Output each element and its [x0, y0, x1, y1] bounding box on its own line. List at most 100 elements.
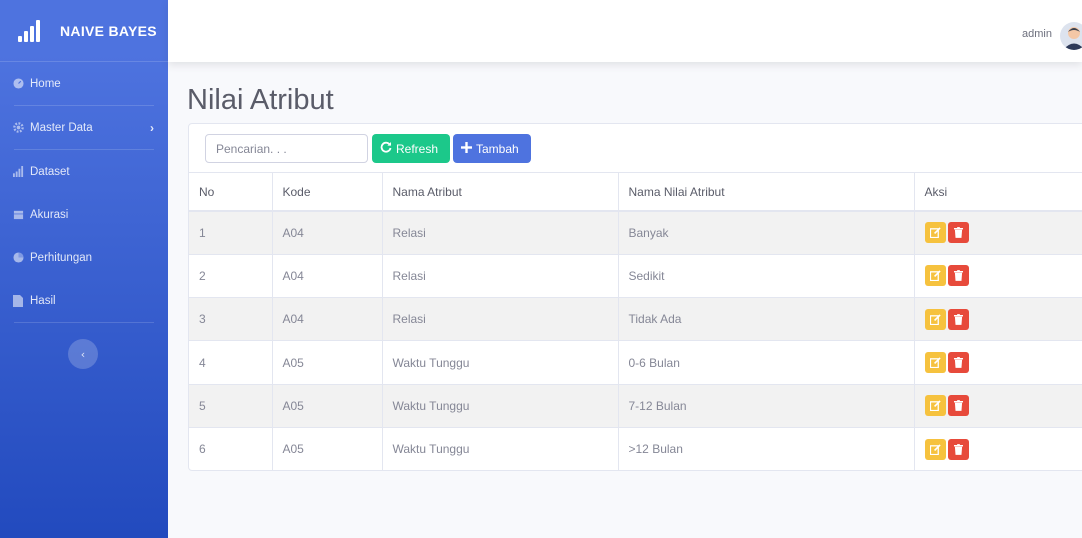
cell-nama-atribut: Waktu Tunggu — [382, 426, 619, 471]
delete-button[interactable] — [947, 438, 969, 460]
file-icon — [12, 294, 24, 307]
chevron-right-icon: › — [150, 120, 154, 135]
bar-chart-logo-icon — [18, 19, 46, 42]
cell-no: 5 — [189, 383, 273, 428]
delete-button[interactable] — [947, 308, 969, 330]
sidebar-item-label: Perhitungan — [30, 251, 93, 264]
sidebar: NAIVE BAYES Home Master Data › Dataset A… — [0, 0, 168, 538]
brand[interactable]: NAIVE BAYES — [0, 0, 168, 62]
cell-kode: A04 — [272, 210, 383, 255]
cell-nama-nilai-atribut: 0-6 Bulan — [618, 340, 915, 385]
avatar[interactable] — [1060, 22, 1082, 50]
sidebar-item-akurasi[interactable]: Akurasi — [0, 193, 168, 236]
refresh-label: Refresh — [396, 141, 439, 156]
card-toolbar: Refresh Tambah — [189, 124, 1082, 173]
refresh-button[interactable]: Refresh — [372, 134, 450, 163]
edit-icon — [929, 444, 941, 455]
cell-nama-atribut: Relasi — [382, 297, 619, 341]
edit-button[interactable] — [924, 222, 946, 244]
delete-button[interactable] — [947, 265, 969, 287]
trash-icon — [953, 313, 963, 325]
edit-icon — [929, 357, 941, 369]
table-row: 6 A05 Waktu Tunggu >12 Bulan — [189, 426, 1082, 471]
table-row: 2 A04 Relasi Sedikit — [189, 253, 1082, 298]
sidebar-item-label: Akurasi — [30, 208, 69, 221]
bar-chart-icon — [12, 166, 24, 178]
cell-nama-nilai-atribut: >12 Bulan — [618, 426, 915, 471]
add-button[interactable]: Tambah — [453, 134, 531, 163]
cell-nama-atribut: Waktu Tunggu — [382, 383, 619, 428]
cell-kode: A05 — [272, 340, 383, 385]
data-table: No Kode Nama Atribut Nama Nilai Atribut … — [189, 173, 1082, 471]
delete-button[interactable] — [947, 395, 969, 417]
sidebar-item-label: Hasil — [30, 294, 56, 307]
cell-aksi — [914, 340, 1082, 385]
trash-icon — [953, 357, 963, 368]
sidebar-item-master-data[interactable]: Master Data › — [0, 106, 168, 149]
cell-no: 4 — [189, 340, 273, 385]
pie-chart-icon — [12, 252, 24, 264]
cell-aksi — [914, 426, 1082, 471]
cell-aksi — [914, 253, 1082, 298]
column-header-kode: Kode — [272, 173, 383, 212]
cell-aksi — [914, 210, 1082, 255]
cell-nama-atribut: Relasi — [382, 253, 619, 298]
table-row: 5 A05 Waktu Tunggu 7-12 Bulan — [189, 383, 1082, 428]
cell-no: 3 — [189, 297, 273, 341]
add-label: Tambah — [476, 141, 519, 156]
delete-button[interactable] — [947, 352, 969, 374]
cell-aksi — [914, 383, 1082, 428]
cog-icon — [12, 122, 24, 134]
sidebar-item-hasil[interactable]: Hasil — [0, 279, 168, 322]
table-row: 4 A05 Waktu Tunggu 0-6 Bulan — [189, 340, 1082, 385]
trash-icon — [953, 270, 963, 282]
cell-kode: A05 — [272, 426, 383, 471]
edit-button[interactable] — [924, 438, 946, 460]
data-card: Refresh Tambah No Kode Nama Atribut Nama… — [188, 123, 1082, 471]
brand-name: NAIVE BAYES — [60, 22, 157, 39]
sidebar-toggle-button[interactable]: ‹ — [68, 339, 98, 369]
topbar: admin — [168, 0, 1082, 62]
edit-button[interactable] — [924, 265, 946, 287]
sidebar-item-label: Home — [30, 77, 61, 90]
sidebar-item-perhitungan[interactable]: Perhitungan — [0, 236, 168, 279]
search-input[interactable] — [205, 134, 368, 163]
user-name[interactable]: admin — [1022, 28, 1052, 40]
table-header-row: No Kode Nama Atribut Nama Nilai Atribut … — [189, 173, 1082, 212]
cell-nama-atribut: Relasi — [382, 210, 619, 255]
sidebar-item-dataset[interactable]: Dataset — [0, 150, 168, 193]
trash-icon — [953, 227, 963, 239]
cell-kode: A05 — [272, 383, 383, 428]
trash-icon — [953, 400, 963, 412]
column-header-nama-atribut: Nama Atribut — [382, 173, 619, 212]
edit-icon — [929, 270, 941, 282]
cell-kode: A04 — [272, 253, 383, 298]
cell-no: 6 — [189, 426, 273, 471]
cell-aksi — [914, 297, 1082, 341]
edit-icon — [929, 227, 941, 239]
cell-nama-nilai-atribut: Tidak Ada — [618, 297, 915, 341]
cell-nama-atribut: Waktu Tunggu — [382, 340, 619, 385]
cell-no: 1 — [189, 210, 273, 255]
column-header-aksi: Aksi — [914, 173, 1082, 212]
edit-icon — [929, 314, 941, 325]
cell-nama-nilai-atribut: Banyak — [618, 210, 915, 255]
delete-button[interactable] — [947, 222, 969, 244]
edit-button[interactable] — [924, 308, 946, 330]
cell-nama-nilai-atribut: Sedikit — [618, 253, 915, 298]
edit-button[interactable] — [924, 395, 946, 417]
edit-button[interactable] — [924, 352, 946, 374]
dashboard-icon — [12, 78, 24, 90]
sidebar-item-label: Master Data — [30, 121, 93, 134]
sidebar-divider — [14, 322, 154, 323]
refresh-icon — [380, 141, 392, 156]
sidebar-item-label: Dataset — [30, 165, 70, 178]
sidebar-item-home[interactable]: Home — [0, 62, 168, 105]
page-title: Nilai Atribut — [187, 84, 334, 116]
calendar-icon — [12, 209, 24, 221]
column-header-nama-nilai-atribut: Nama Nilai Atribut — [618, 173, 915, 212]
column-header-no: No — [189, 173, 273, 212]
cell-no: 2 — [189, 253, 273, 298]
table-row: 3 A04 Relasi Tidak Ada — [189, 297, 1082, 341]
table-row: 1 A04 Relasi Banyak — [189, 210, 1082, 255]
